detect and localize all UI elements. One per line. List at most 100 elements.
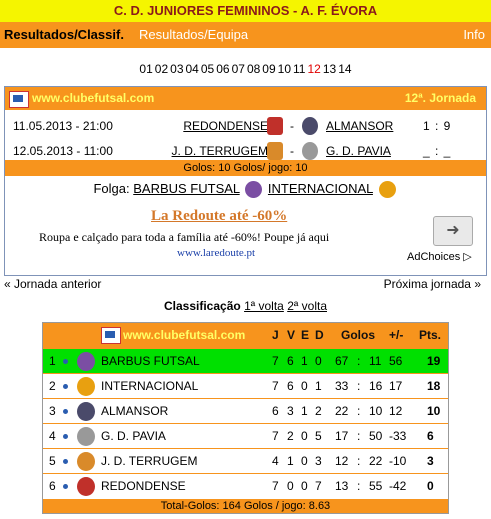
draws: 0 <box>301 379 308 393</box>
games-played: 7 <box>272 429 279 443</box>
home-team-link[interactable]: J. D. TERRUGEM <box>172 144 268 158</box>
position-number: 5 <box>49 454 56 468</box>
position-number: 4 <box>49 429 56 443</box>
goal-difference: 56 <box>389 354 403 368</box>
round-link[interactable]: 05 <box>201 62 214 76</box>
goal-difference: 17 <box>389 379 403 393</box>
first-round-link[interactable]: 1ª volta <box>244 299 284 313</box>
wins: 2 <box>287 429 294 443</box>
away-team-link[interactable]: ALMANSOR <box>326 119 393 133</box>
points: 0 <box>427 479 434 493</box>
standings-row: 5 J. D. TERRUGEM 4 1 0 3 12 22 -10 3: <box>43 448 448 474</box>
team-name-link[interactable]: INTERNACIONAL <box>101 374 198 399</box>
nav-info-link[interactable]: Info <box>463 22 485 48</box>
points: 19 <box>427 354 441 368</box>
goal-difference: -33 <box>389 429 407 443</box>
page-title: C. D. JUNIORES FEMININOS - A. F. ÉVORA <box>113 3 378 18</box>
nav-team-link[interactable]: Resultados/Equipa <box>139 22 248 48</box>
losses: 7 <box>315 479 322 493</box>
games-played: 7 <box>272 354 279 368</box>
team-name-link[interactable]: BARBUS FUTSAL <box>101 349 200 374</box>
next-round-link[interactable]: Próxima jornada » <box>384 277 481 291</box>
round-link[interactable]: 01 <box>139 62 152 76</box>
draws: 0 <box>301 429 308 443</box>
wins: 3 <box>287 404 294 418</box>
site-link[interactable]: www.clubefutsal.com <box>32 87 154 110</box>
almansor-crest-icon <box>302 117 318 135</box>
bye-team-link[interactable]: BARBUS FUTSAL <box>133 181 239 196</box>
ad-arrow-button[interactable]: ➜ <box>433 216 473 246</box>
round-link[interactable]: 09 <box>262 62 275 76</box>
row-bullet-icon <box>63 359 68 364</box>
match-score: _ : _ <box>423 144 452 158</box>
match-date: 11.05.2013 - 21:00 <box>13 119 113 133</box>
wins: 6 <box>287 354 294 368</box>
round-link[interactable]: 08 <box>247 62 260 76</box>
home-team-link[interactable]: REDONDENSE <box>183 119 268 133</box>
wins: 1 <box>287 454 294 468</box>
round-link[interactable]: 02 <box>155 62 168 76</box>
ad-title-link[interactable]: La Redoute até -60% <box>151 208 287 225</box>
classification-header: Classificação 1ª volta 2ª volta <box>0 299 491 313</box>
goals-for: 13 <box>335 479 349 493</box>
team-crest-icon <box>77 452 95 471</box>
goal-difference: -10 <box>389 454 407 468</box>
losses: 1 <box>315 379 322 393</box>
team-name-link[interactable]: G. D. PAVIA <box>101 424 166 449</box>
round-link[interactable]: 06 <box>216 62 229 76</box>
round-link[interactable]: 04 <box>186 62 199 76</box>
round-link[interactable]: 03 <box>170 62 183 76</box>
ad-text: Roupa e calçado para toda a família até … <box>39 230 330 244</box>
adchoices-link[interactable]: AdChoices ▷ <box>407 250 472 263</box>
clubefutsal-logo-icon <box>9 91 29 108</box>
draws: 0 <box>301 479 308 493</box>
ad-url-link[interactable]: www.laredoute.pt <box>177 247 255 259</box>
round-link[interactable]: 14 <box>338 62 351 76</box>
standings-row: 1 BARBUS FUTSAL 7 6 1 0 67 11 56 19: <box>43 348 448 374</box>
round-link[interactable]: 12 <box>307 62 320 76</box>
standings-table: www.clubefutsal.com J V E D Golos +/- Pt… <box>42 322 449 514</box>
goals-against: 50 <box>369 429 383 443</box>
goals-against: 55 <box>369 479 383 493</box>
round-link[interactable]: 13 <box>323 62 336 76</box>
goal-difference: -42 <box>389 479 407 493</box>
position-number: 1 <box>49 354 56 368</box>
second-round-link[interactable]: 2ª volta <box>287 299 327 313</box>
draws: 1 <box>301 404 308 418</box>
col-d: D <box>315 328 324 342</box>
previous-round-link[interactable]: « Jornada anterior <box>4 277 101 291</box>
points: 10 <box>427 404 441 418</box>
round-link[interactable]: 11 <box>293 62 305 76</box>
nav-results-link[interactable]: Resultados/Classif. <box>4 22 124 48</box>
team-crest-icon <box>77 477 95 496</box>
goals-summary: Golos: 10 Golos/ jogo: 10 <box>5 160 486 176</box>
standings-row: 4 G. D. PAVIA 7 2 0 5 17 50 -33 6: <box>43 423 448 449</box>
col-goals: Golos <box>341 328 376 342</box>
team-name-link[interactable]: ALMANSOR <box>101 399 168 424</box>
team-name-link[interactable]: REDONDENSE <box>101 474 186 499</box>
team-name-link[interactable]: J. D. TERRUGEM <box>101 449 197 474</box>
position-number: 6 <box>49 479 56 493</box>
team-crest-icon <box>77 402 95 421</box>
round-link[interactable]: 07 <box>232 62 245 76</box>
bye-team-link[interactable]: INTERNACIONAL <box>268 181 373 196</box>
terrugem-crest-icon <box>267 142 283 160</box>
bye-teams: Folga: BARBUS FUTSAL INTERNACIONAL <box>5 179 486 199</box>
pavia-crest-icon <box>302 142 318 160</box>
losses: 5 <box>315 429 322 443</box>
internacional-crest-icon <box>378 181 396 199</box>
site-link[interactable]: www.clubefutsal.com <box>123 323 245 348</box>
row-bullet-icon <box>63 484 68 489</box>
match-row: 11.05.2013 - 21:00 REDONDENSE - ALMANSOR… <box>13 117 452 135</box>
round-link[interactable]: 10 <box>278 62 291 76</box>
goals-for: 12 <box>335 454 349 468</box>
goals-for: 33 <box>335 379 349 393</box>
title-bar: C. D. JUNIORES FEMININOS - A. F. ÉVORA <box>0 0 491 22</box>
position-number: 2 <box>49 379 56 393</box>
match-box: www.clubefutsal.com 12ª. Jornada 11.05.2… <box>4 86 487 276</box>
wins: 0 <box>287 479 294 493</box>
classification-title: Classificação <box>164 299 241 313</box>
position-number: 3 <box>49 404 56 418</box>
away-team-link[interactable]: G. D. PAVIA <box>326 144 391 158</box>
adchoices-icon: ▷ <box>463 251 472 263</box>
